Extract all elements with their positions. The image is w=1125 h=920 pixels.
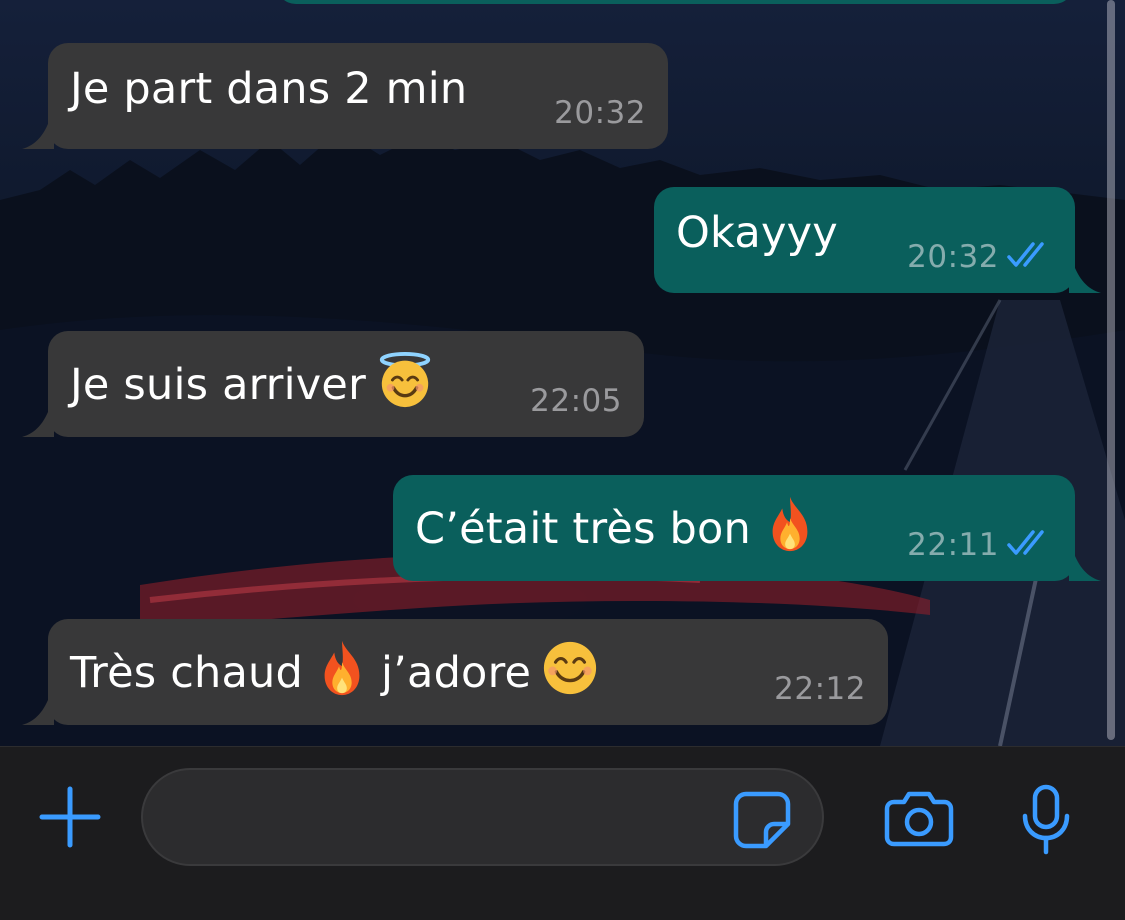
message-time: 22:12 — [774, 671, 866, 707]
chat-screen: Je part dans 2 min 20:32 Okayyy 20:32 Je… — [0, 0, 1125, 920]
chat-scrollbar[interactable] — [1107, 0, 1115, 740]
message-text: Je part dans 2 min — [70, 64, 468, 114]
message-time: 22:05 — [530, 383, 622, 419]
bubble-tail — [1069, 263, 1101, 293]
message-bubble-outgoing[interactable]: C’était très bon 22:11 — [393, 475, 1101, 581]
sticker-icon[interactable] — [732, 790, 792, 850]
message-bubble-incoming[interactable]: Je suis arriver 22:05 — [22, 331, 644, 437]
fire-icon — [324, 640, 360, 696]
microphone-icon[interactable] — [1020, 784, 1072, 856]
smiling-face-icon — [544, 641, 597, 695]
message-time: 20:32 — [554, 95, 646, 131]
read-receipt-icon — [1007, 242, 1044, 267]
camera-icon[interactable] — [884, 790, 954, 848]
message-text-part: j’adore — [381, 648, 532, 698]
chat-area[interactable]: Je part dans 2 min 20:32 Okayyy 20:32 Je… — [0, 0, 1125, 746]
message-time: 22:11 — [907, 527, 999, 563]
message-text-part: Très chaud — [70, 648, 303, 698]
plus-icon[interactable] — [38, 785, 102, 849]
bubble-tail — [1069, 551, 1101, 581]
message-text: Je suis arriver — [70, 360, 366, 410]
message-field[interactable] — [141, 768, 824, 866]
read-receipt-icon — [1007, 530, 1044, 555]
smiling-face-with-halo-icon — [379, 351, 431, 408]
bubble-tail — [22, 407, 54, 437]
message-bubble-outgoing[interactable]: Okayyy 20:32 — [654, 187, 1101, 293]
message-input[interactable] — [171, 790, 731, 846]
bubble-tail — [22, 695, 54, 725]
message-time: 20:32 — [907, 239, 999, 275]
previous-message-edge — [276, 0, 1074, 4]
fire-icon — [772, 496, 808, 552]
message-bubble-incoming[interactable]: Très chaud j’adore 22:12 — [22, 619, 888, 725]
message-text: C’était très bon — [415, 504, 752, 554]
message-text: Okayyy — [676, 208, 838, 258]
message-bubble-incoming[interactable]: Je part dans 2 min 20:32 — [22, 43, 668, 149]
bubble-tail — [22, 119, 54, 149]
